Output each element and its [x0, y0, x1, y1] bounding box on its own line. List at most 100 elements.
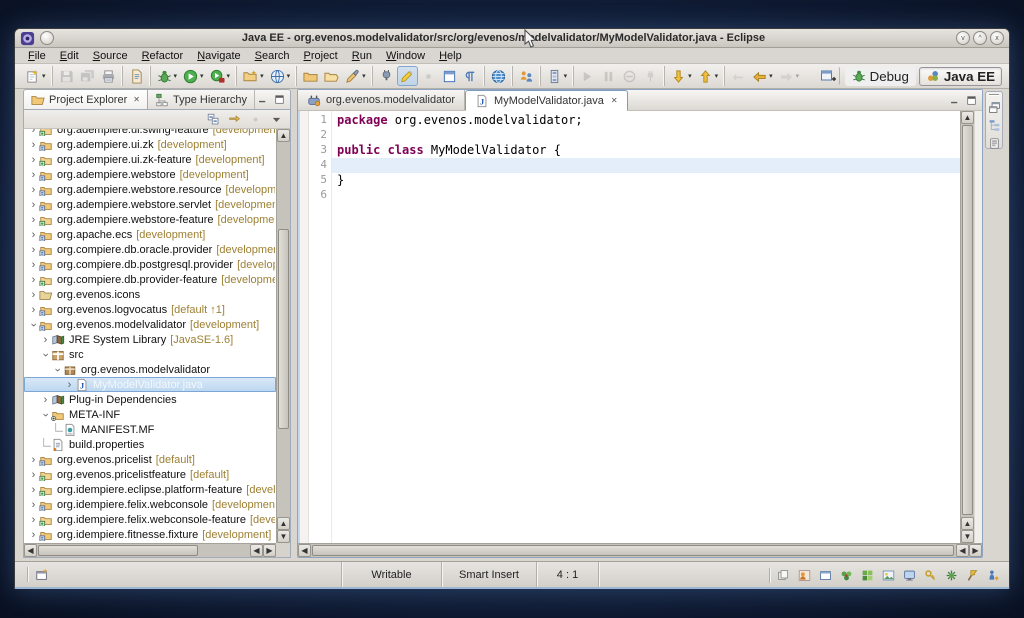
code-line[interactable] — [332, 158, 960, 173]
code-line[interactable]: package org.evenos.modelvalidator; — [332, 113, 960, 128]
menu-navigate[interactable]: Navigate — [190, 50, 247, 62]
tasks-button[interactable] — [987, 137, 1002, 150]
maximize-editor-button[interactable] — [964, 93, 979, 107]
dropdown-caret-icon[interactable]: ▾ — [796, 72, 800, 80]
editor-vertical-scrollbar[interactable]: ▲ ▲ ▼ — [960, 111, 974, 543]
tree-item[interactable]: ›JRE System Library[JavaSE-1.6] — [24, 332, 276, 347]
last-edit-button[interactable] — [728, 66, 749, 86]
tree-item[interactable]: build.properties — [24, 437, 276, 452]
mark-occurrences-button[interactable] — [397, 66, 418, 86]
trim-user-button[interactable] — [797, 569, 812, 583]
expand-arrow-icon[interactable]: › — [28, 170, 39, 180]
trim-pages-button[interactable] — [776, 569, 791, 583]
close-icon[interactable]: ✕ — [133, 95, 140, 104]
next-annotation-button[interactable]: ▾ — [668, 66, 695, 86]
last-edit-location-button[interactable] — [439, 66, 460, 86]
scroll-thumb[interactable] — [312, 545, 954, 556]
close-icon[interactable]: ✕ — [611, 96, 618, 105]
expand-arrow-icon[interactable]: › — [28, 485, 39, 495]
scroll-left-button[interactable]: ◀ — [250, 544, 263, 557]
scroll-up-button[interactable]: ▲ — [961, 111, 974, 124]
tree-item[interactable]: MANIFEST.MF — [24, 422, 276, 437]
editor-horizontal-scrollbar[interactable]: ◀ ◀ ▶ — [298, 543, 982, 557]
expand-arrow-icon[interactable]: › — [28, 470, 39, 480]
trim-progress-button[interactable] — [986, 569, 1001, 583]
maximize-view-button[interactable] — [272, 93, 287, 107]
back-button[interactable]: ▾ — [749, 66, 776, 86]
menu-project[interactable]: Project — [297, 50, 345, 62]
expand-arrow-icon[interactable]: › — [28, 245, 39, 255]
expand-arrow-icon[interactable]: › — [28, 215, 39, 225]
annotation-ruler[interactable] — [300, 111, 309, 543]
tree-item[interactable]: ›org.idempiere.felix.webconsole[developm… — [24, 497, 276, 512]
scroll-up-button[interactable]: ▲ — [961, 517, 974, 530]
expand-arrow-icon[interactable]: › — [28, 230, 39, 240]
dropdown-caret-icon[interactable]: ▾ — [362, 72, 366, 80]
eclipse-app-icon[interactable] — [20, 31, 35, 46]
collapse-arrow-icon[interactable]: › — [41, 409, 51, 420]
trim-window-button[interactable] — [818, 569, 833, 583]
console-button[interactable]: ▾ — [544, 66, 571, 86]
tab-type-hierarchy[interactable]: Type Hierarchy — [148, 90, 255, 109]
expand-arrow-icon[interactable]: › — [28, 275, 39, 285]
disconnect-button[interactable] — [640, 66, 661, 86]
menu-source[interactable]: Source — [86, 50, 135, 62]
code-line[interactable]: public class MyModelValidator { — [332, 143, 960, 158]
scroll-thumb[interactable] — [38, 545, 198, 556]
link-with-editor-button[interactable] — [227, 112, 242, 126]
expand-arrow-icon[interactable]: › — [28, 515, 39, 525]
tree-item[interactable]: ›org.idempiere.fitnesse.fixture[developm… — [24, 527, 276, 542]
scroll-down-button[interactable]: ▼ — [277, 530, 290, 543]
resume-button[interactable] — [577, 66, 598, 86]
format-brush-button[interactable]: ▾ — [342, 66, 369, 86]
new-wizard-button[interactable]: ▾ — [22, 66, 49, 86]
drag-handle[interactable] — [989, 94, 999, 96]
suspend-button[interactable] — [598, 66, 619, 86]
tree-item[interactable]: ›org.adempiere.webstore[development] — [24, 167, 276, 182]
save-button[interactable] — [56, 66, 77, 86]
forward-button[interactable]: ▾ — [776, 66, 803, 86]
trim-gear-button[interactable] — [944, 569, 959, 583]
menu-search[interactable]: Search — [248, 50, 297, 62]
expand-arrow-icon[interactable]: › — [28, 260, 39, 270]
prev-annotation-button[interactable]: ▾ — [695, 66, 722, 86]
tree-item[interactable]: ›org.adempiere.webstore.servlet[developm… — [24, 197, 276, 212]
expand-arrow-icon[interactable]: › — [64, 380, 75, 390]
minimize-editor-button[interactable] — [947, 93, 962, 107]
scroll-right-button[interactable]: ▶ — [969, 544, 982, 557]
menu-run[interactable]: Run — [345, 50, 379, 62]
perspective-debug[interactable]: Debug — [845, 67, 916, 86]
dropdown-caret-icon[interactable]: ▾ — [174, 72, 178, 80]
document-button[interactable] — [126, 66, 147, 86]
menu-edit[interactable]: Edit — [53, 50, 86, 62]
trim-torch-button[interactable] — [965, 569, 980, 583]
outline-button[interactable] — [987, 119, 1002, 132]
trim-image-button[interactable] — [881, 569, 896, 583]
expand-arrow-icon[interactable]: › — [28, 129, 39, 135]
dropdown-caret-icon[interactable]: ▾ — [287, 72, 291, 80]
dropdown-caret-icon[interactable]: ▾ — [200, 72, 204, 80]
team-sync-button[interactable] — [516, 66, 537, 86]
browser-button[interactable] — [488, 66, 509, 86]
tree-item[interactable]: ›Plug-in Dependencies — [24, 392, 276, 407]
scroll-right-button[interactable]: ▶ — [263, 544, 276, 557]
focus-dot-button[interactable] — [418, 66, 439, 86]
tree-item[interactable]: ›org.idempiere.felix.webconsole-feature[… — [24, 512, 276, 527]
expand-arrow-icon[interactable]: › — [28, 155, 39, 165]
expand-arrow-icon[interactable]: › — [28, 455, 39, 465]
collapse-arrow-icon[interactable]: › — [29, 319, 39, 330]
scroll-up-button[interactable]: ▲ — [277, 129, 290, 142]
tree-item[interactable]: ›META-INF — [24, 407, 276, 422]
code-line[interactable] — [332, 128, 960, 143]
expand-arrow-icon[interactable]: › — [28, 530, 39, 540]
tree-item[interactable]: ›org.compiere.db.provider-feature[develo… — [24, 272, 276, 287]
restore-button[interactable] — [987, 101, 1002, 114]
scroll-thumb[interactable] — [278, 229, 289, 429]
tree-item[interactable]: ›org.idempiere.eclipse.platform-feature[… — [24, 482, 276, 497]
tree-item[interactable]: ›org.compiere.db.oracle.provider[develop… — [24, 242, 276, 257]
tree-item[interactable]: ›org.evenos.modelvalidator — [24, 362, 276, 377]
tree-item[interactable]: ›org.adempiere.ui.zk[development] — [24, 137, 276, 152]
new-javaee-button[interactable]: ▾ — [240, 66, 267, 86]
external-tools-button[interactable]: ▾ — [207, 66, 234, 86]
dropdown-caret-icon[interactable]: ▾ — [688, 72, 692, 80]
